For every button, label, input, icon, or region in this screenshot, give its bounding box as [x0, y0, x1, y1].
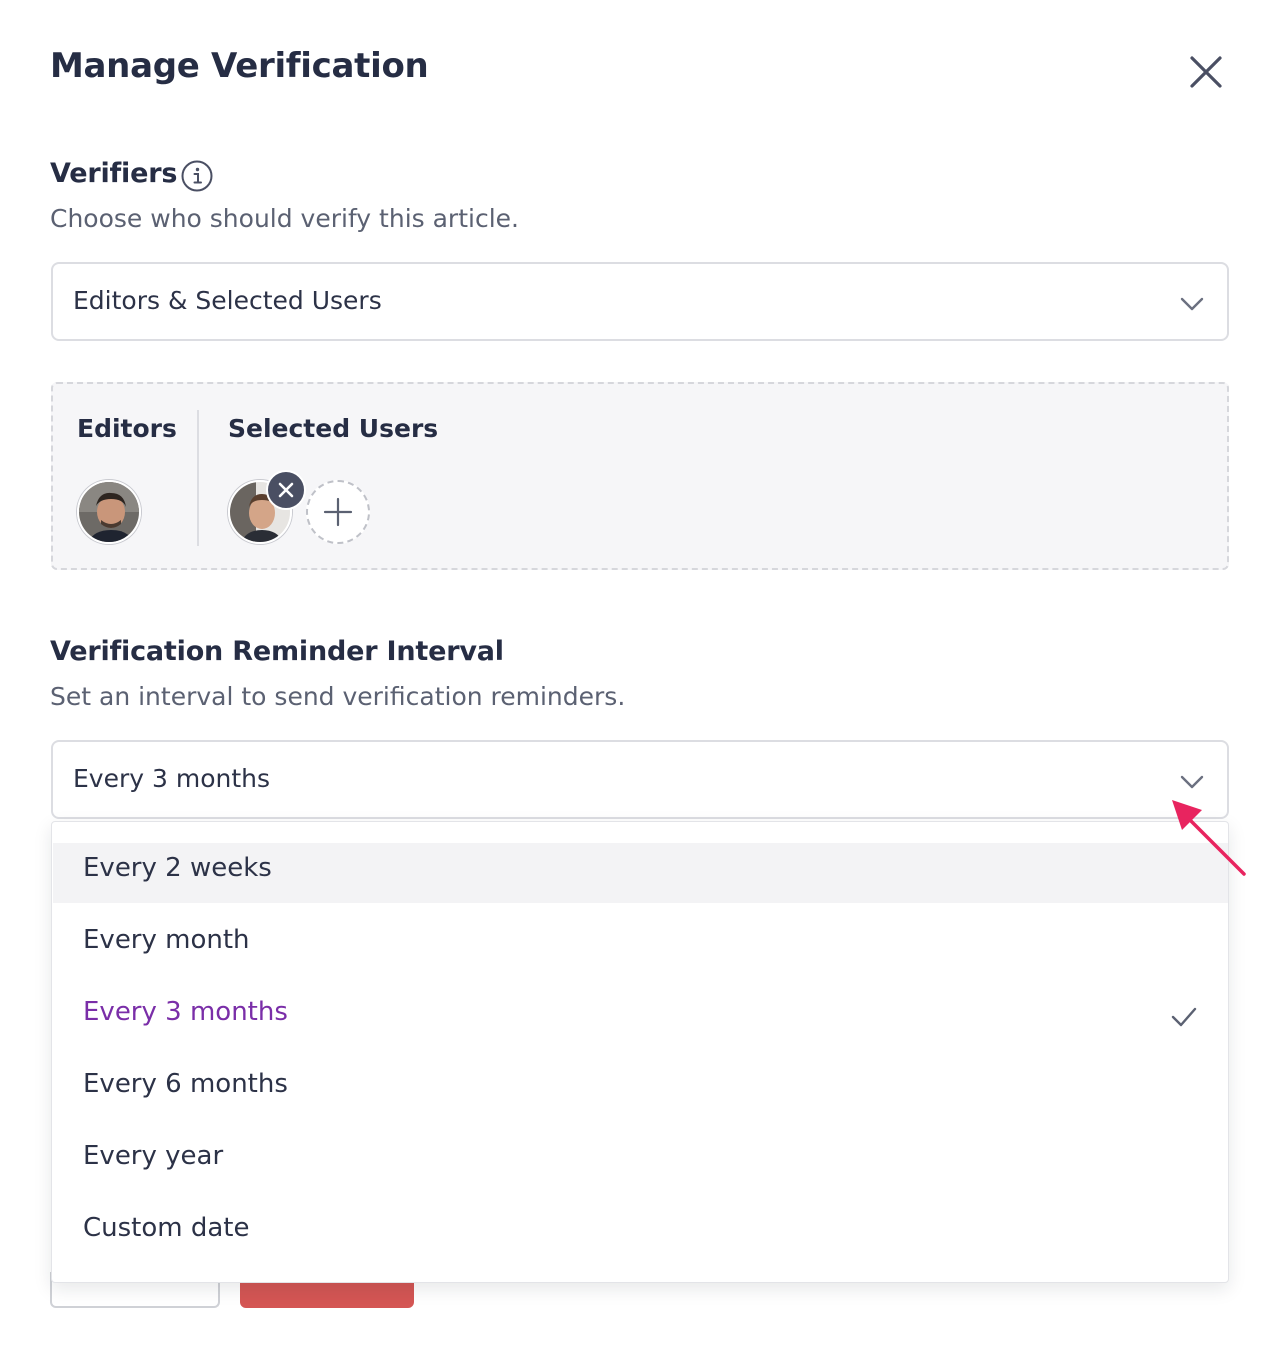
manage-verification-modal: Manage Verification Verifiers Choose who…	[0, 0, 1270, 1370]
option-label: Every 6 months	[83, 1069, 288, 1099]
option-every-6-months[interactable]: Every 6 months	[53, 1059, 1228, 1119]
column-divider	[197, 410, 199, 546]
interval-select[interactable]: Every 3 months	[51, 740, 1229, 819]
x-icon	[278, 482, 294, 498]
option-label: Custom date	[83, 1213, 250, 1243]
option-label: Every 3 months	[83, 997, 288, 1027]
info-icon[interactable]	[181, 160, 213, 192]
editors-label: Editors	[77, 414, 177, 443]
option-label: Every month	[83, 925, 250, 955]
verifiers-description: Choose who should verify this article.	[50, 204, 519, 233]
option-every-3-months[interactable]: Every 3 months	[53, 987, 1228, 1047]
option-custom-date[interactable]: Custom date	[53, 1203, 1228, 1263]
editor-avatar[interactable]	[77, 480, 141, 544]
modal-title: Manage Verification	[50, 46, 429, 86]
verifiers-select[interactable]: Editors & Selected Users	[51, 262, 1229, 341]
check-icon	[1171, 1007, 1197, 1027]
verifiers-panel: Editors Selected Users	[51, 382, 1229, 570]
add-user-button[interactable]	[306, 480, 370, 544]
interval-description: Set an interval to send verification rem…	[50, 682, 626, 711]
verifiers-title: Verifiers	[50, 158, 178, 189]
option-every-month[interactable]: Every month	[53, 915, 1228, 975]
close-icon	[1190, 56, 1222, 88]
option-every-year[interactable]: Every year	[53, 1131, 1228, 1191]
option-every-2-weeks[interactable]: Every 2 weeks	[53, 843, 1228, 903]
remove-user-button[interactable]	[266, 470, 306, 510]
chevron-down-icon	[1180, 297, 1204, 311]
option-label: Every 2 weeks	[83, 853, 272, 883]
close-button[interactable]	[1184, 50, 1228, 94]
chevron-down-icon	[1180, 775, 1204, 789]
verifiers-select-value: Editors & Selected Users	[73, 286, 382, 315]
interval-select-value: Every 3 months	[73, 764, 271, 793]
selected-users-label: Selected Users	[228, 414, 439, 443]
interval-dropdown-menu: Every 2 weeks Every month Every 3 months…	[51, 821, 1229, 1283]
interval-title: Verification Reminder Interval	[50, 636, 504, 667]
plus-icon	[323, 497, 353, 527]
option-label: Every year	[83, 1141, 224, 1171]
